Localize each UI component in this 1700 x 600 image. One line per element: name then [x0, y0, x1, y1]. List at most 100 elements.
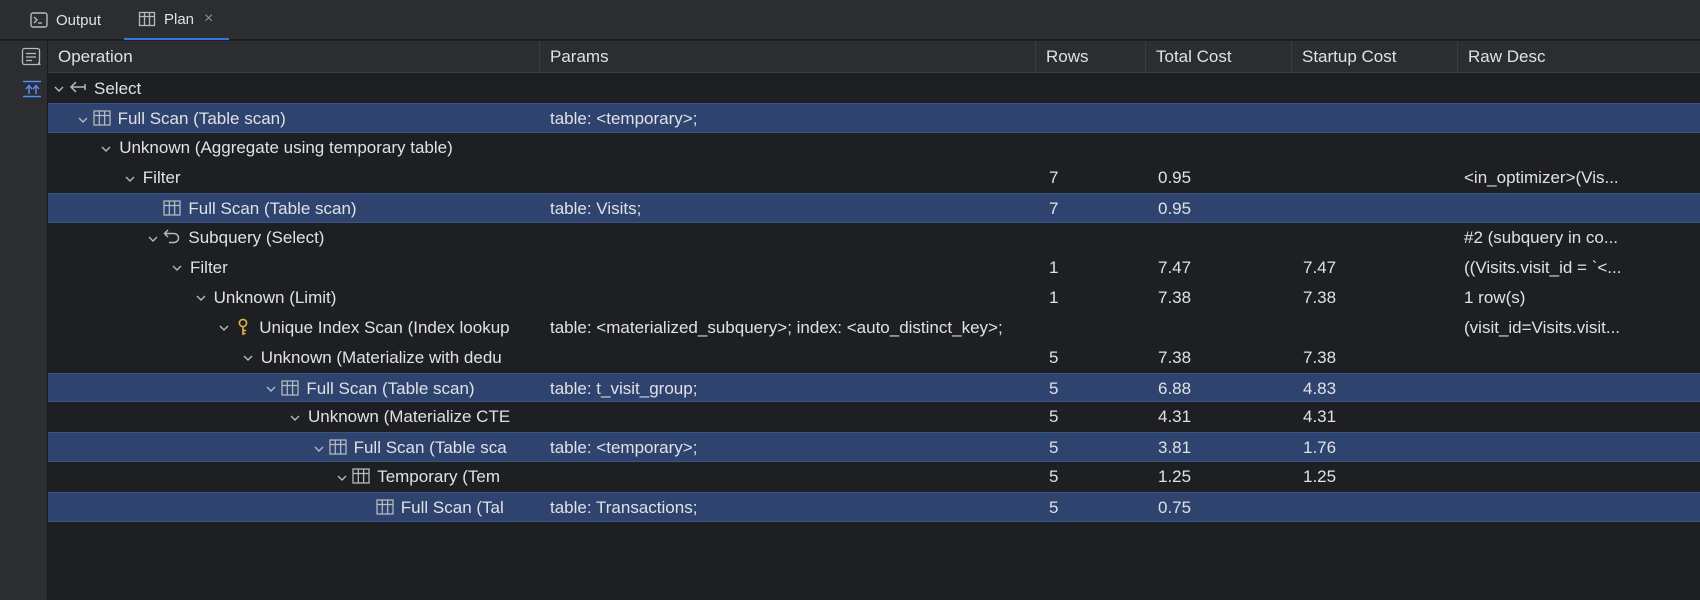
- operation-cell: Unknown (Limit): [48, 283, 540, 313]
- rows-cell: 5: [1049, 438, 1059, 458]
- table-row[interactable]: Unknown (Limit) 1 7.38 7.38 1 row(s): [48, 283, 1700, 313]
- rows-cell: 5: [1049, 378, 1059, 398]
- total-cost-cell: [1158, 313, 1292, 343]
- chevron-down-icon[interactable]: [168, 253, 186, 283]
- show-raw-icon[interactable]: [21, 47, 43, 67]
- column-header-params[interactable]: Params: [540, 41, 1036, 73]
- table-icon: [351, 466, 371, 486]
- operation-cell: Unknown (Aggregate using temporary table…: [48, 133, 540, 163]
- raw-desc-cell: [1464, 493, 1700, 523]
- table-row[interactable]: Full Scan (Table scan) table: Visits; 7 0.9…: [48, 193, 1700, 223]
- table-row[interactable]: Full Scan (Table scan) table: t_visit_gro…: [48, 372, 1700, 404]
- params-cell: table: <temporary>;: [550, 109, 698, 129]
- column-header-total-cost[interactable]: Total Cost: [1146, 41, 1292, 73]
- raw-desc-cell: [1464, 433, 1700, 463]
- operation-label: Full Scan (Table sca: [353, 438, 507, 458]
- chevron-down-icon[interactable]: [333, 462, 351, 492]
- params-cell: table: Visits;: [550, 199, 642, 219]
- column-header-startup-cost[interactable]: Startup Cost: [1292, 41, 1458, 73]
- raw-desc-cell: [1464, 462, 1700, 492]
- startup-cost-cell: 7.47: [1303, 257, 1337, 277]
- params-cell: [540, 163, 1036, 193]
- total-cost-cell: 3.81: [1158, 438, 1192, 458]
- operation-cell: Subquery (Select): [48, 223, 540, 253]
- operation-cell: Unknown (Materialize with dedu: [48, 343, 540, 373]
- operation-label: Select: [94, 78, 142, 98]
- table-row[interactable]: Unique Index Scan (Index lookup table: <m…: [48, 313, 1700, 343]
- left-toolbar: [0, 41, 48, 600]
- rows-cell: [1049, 223, 1146, 253]
- raw-desc-cell: [1464, 402, 1700, 432]
- startup-cost-cell: [1303, 493, 1458, 523]
- startup-cost-cell: [1303, 194, 1458, 224]
- plan-tree-table: Operation Params Rows Total Cost Startup…: [48, 41, 1700, 600]
- table-row[interactable]: Subquery (Select) #2 (subquery in co...: [48, 223, 1700, 253]
- startup-cost-cell: 1.76: [1303, 438, 1337, 458]
- table-row[interactable]: Select: [48, 74, 1700, 104]
- expand-all-icon[interactable]: [21, 79, 43, 99]
- operation-label: Full Scan (Table scan): [188, 199, 357, 219]
- operation-cell: Filter: [48, 253, 540, 283]
- params-cell: [540, 223, 1036, 253]
- table-row[interactable]: Temporary (Tem 5 1.25 1.25: [48, 462, 1700, 492]
- params-cell: [540, 343, 1036, 373]
- table-row[interactable]: Unknown (Materialize with dedu 5 7.38 7.38: [48, 343, 1700, 373]
- startup-cost-cell: 7.38: [1303, 287, 1337, 307]
- operation-cell: Full Scan (Table scan): [48, 374, 540, 404]
- raw-desc-cell: [1464, 74, 1700, 104]
- chevron-down-icon[interactable]: [262, 374, 280, 404]
- total-cost-cell: 0.95: [1158, 199, 1192, 219]
- column-header-rows[interactable]: Rows: [1036, 41, 1146, 73]
- table-row[interactable]: Filter 1 7.47 7.47 ((Visits.visit_id = `<...: [48, 253, 1700, 283]
- total-cost-cell: 7.47: [1158, 257, 1192, 277]
- params-cell: [540, 133, 1036, 163]
- operation-cell: Unique Index Scan (Index lookup: [48, 313, 540, 343]
- params-cell: [540, 462, 1036, 492]
- rows-cell: 1: [1049, 287, 1059, 307]
- column-header-raw-desc[interactable]: Raw Desc: [1458, 41, 1700, 73]
- tab-output-label: Output: [56, 11, 102, 29]
- rows-cell: 5: [1049, 347, 1059, 367]
- table-row[interactable]: Full Scan (Tal table: Transactions; 5 0.75: [48, 492, 1700, 522]
- chevron-down-icon[interactable]: [310, 433, 328, 463]
- table-row[interactable]: Full Scan (Table sca table: <temporary>; 5…: [48, 432, 1700, 463]
- table-icon: [162, 198, 182, 218]
- table-icon: [92, 108, 112, 128]
- rows-cell: [1049, 74, 1146, 104]
- operation-label: Unknown (Aggregate using temporary table…: [119, 138, 453, 158]
- chevron-down-icon[interactable]: [97, 133, 115, 163]
- operation-label: Full Scan (Table scan): [117, 109, 286, 129]
- operation-label: Unique Index Scan (Index lookup: [259, 317, 510, 337]
- table-icon: [138, 11, 156, 27]
- params-cell: [540, 253, 1036, 283]
- chevron-down-icon[interactable]: [192, 283, 210, 313]
- table-row[interactable]: Full Scan (Table scan) table: <temporary>…: [48, 103, 1700, 134]
- tab-plan[interactable]: Plan ×: [124, 0, 230, 40]
- raw-desc-cell: <in_optimizer>(Vis...: [1464, 168, 1619, 188]
- table-row[interactable]: Filter 7 0.95 <in_optimizer>(Vis...: [48, 163, 1700, 193]
- raw-desc-cell: [1464, 133, 1700, 163]
- back-arrow-icon: [68, 78, 88, 98]
- rows-cell: 7: [1049, 168, 1059, 188]
- chevron-down-icon[interactable]: [50, 74, 68, 104]
- chevron-down-icon[interactable]: [144, 223, 162, 253]
- chevron-down-icon[interactable]: [215, 313, 233, 343]
- chevron-down-icon[interactable]: [286, 402, 304, 432]
- table-row[interactable]: Unknown (Aggregate using temporary table…: [48, 133, 1700, 163]
- table-icon: [328, 437, 348, 457]
- chevron-down-icon[interactable]: [74, 104, 92, 134]
- operation-label: Unknown (Limit): [213, 287, 337, 307]
- tab-output[interactable]: Output: [30, 0, 101, 40]
- key-icon: [233, 317, 253, 337]
- operation-label: Full Scan (Tal: [400, 498, 504, 518]
- chevron-down-icon[interactable]: [239, 343, 257, 373]
- column-header-operation[interactable]: Operation: [48, 41, 540, 73]
- close-icon[interactable]: ×: [204, 10, 213, 28]
- chevron-down-icon[interactable]: [121, 163, 139, 193]
- table-row[interactable]: Unknown (Materialize CTE 5 4.31 4.31: [48, 402, 1700, 432]
- operation-label: Filter: [142, 168, 181, 188]
- total-cost-cell: 1.25: [1158, 467, 1192, 487]
- operation-label: Full Scan (Table scan): [306, 378, 475, 398]
- rows-cell: 7: [1049, 199, 1059, 219]
- table-header: Operation Params Rows Total Cost Startup…: [48, 41, 1700, 73]
